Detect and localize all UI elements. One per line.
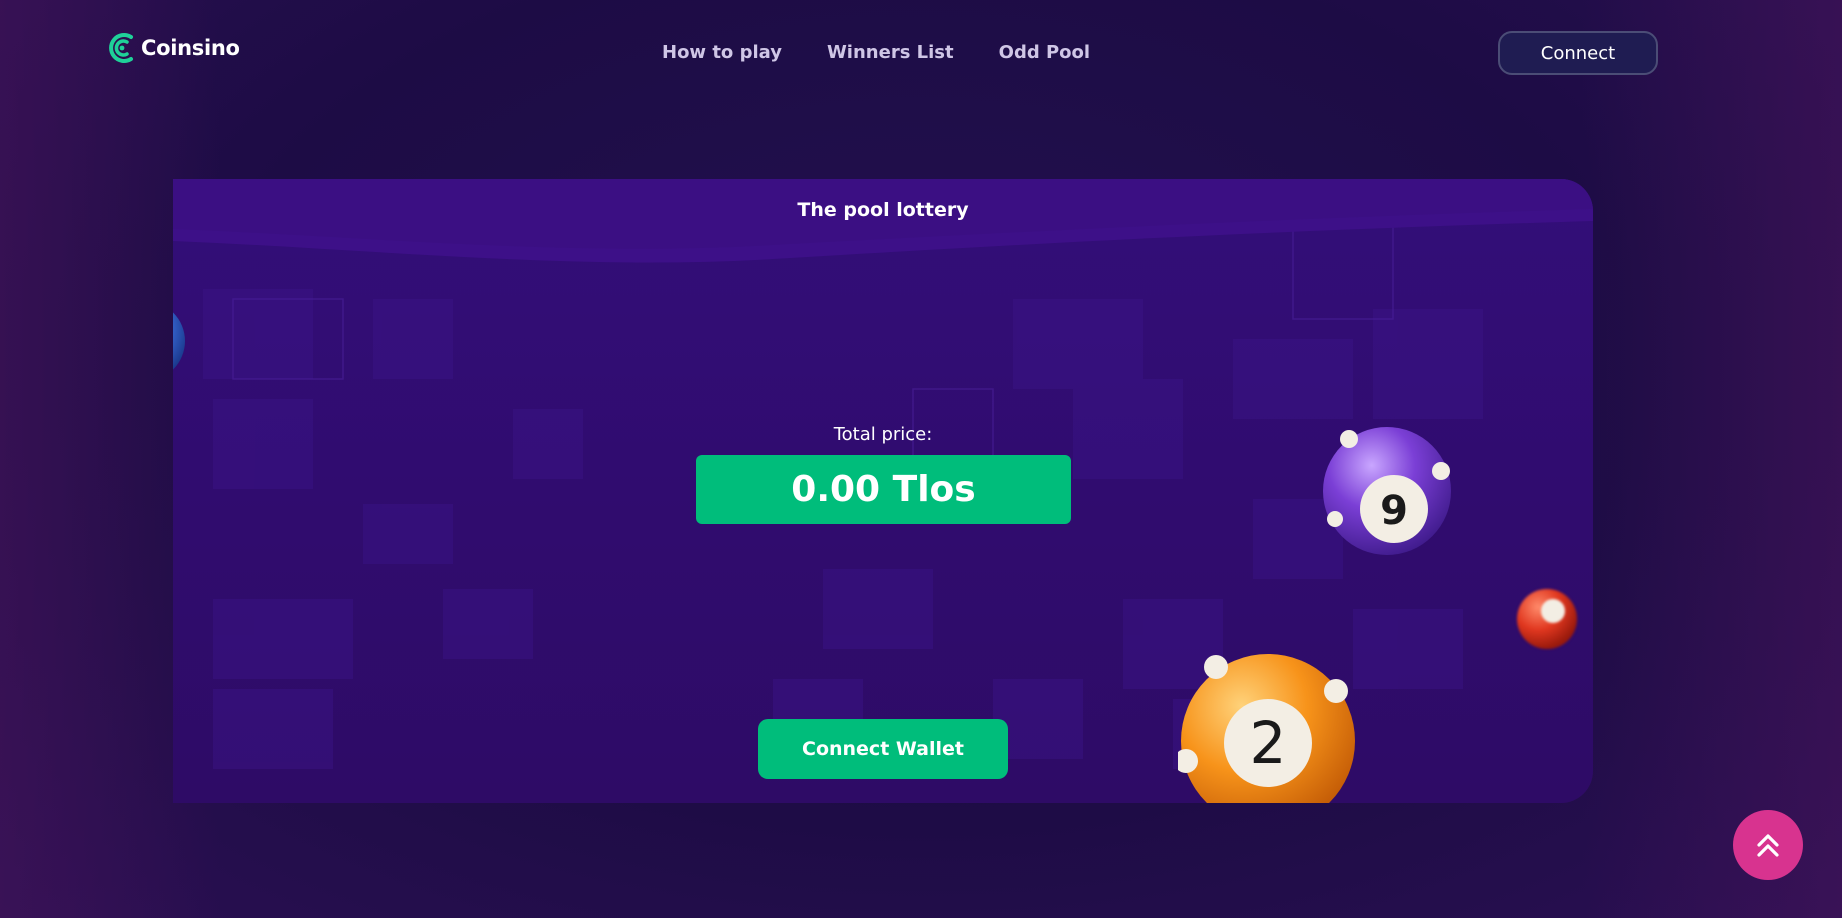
coinsino-logo-icon — [109, 33, 133, 63]
card-title: The pool lottery — [797, 199, 969, 221]
double-chevron-up-icon — [1757, 834, 1779, 857]
connect-wallet-button[interactable]: Connect Wallet — [758, 719, 1008, 779]
lottery-card: The pool lottery Total price: 0.00 Tlos … — [173, 179, 1593, 803]
site-header: Coinsino How to play Winners List Odd Po… — [0, 0, 1842, 110]
nav-winners-list[interactable]: Winners List — [827, 42, 954, 63]
lottery-ball-9: 9 — [1321, 425, 1453, 557]
lottery-ball-blue — [173, 299, 187, 383]
connect-button[interactable]: Connect — [1498, 31, 1658, 75]
lottery-ball-2: 2 — [1178, 651, 1358, 803]
main-nav: How to play Winners List Odd Pool — [662, 42, 1090, 63]
ball-number-9: 9 — [1380, 488, 1408, 534]
lottery-ball-red — [1515, 587, 1579, 651]
nav-odd-pool[interactable]: Odd Pool — [999, 42, 1090, 63]
background-glow-right — [1582, 0, 1842, 918]
ball-number-2: 2 — [1250, 709, 1287, 777]
brand-name: Coinsino — [141, 36, 240, 60]
card-header-band — [173, 179, 1593, 263]
total-price-value: 0.00 Tlos — [696, 455, 1071, 524]
scroll-to-top-button[interactable] — [1733, 810, 1803, 880]
nav-how-to-play[interactable]: How to play — [662, 42, 782, 63]
brand-logo[interactable]: Coinsino — [107, 30, 240, 66]
